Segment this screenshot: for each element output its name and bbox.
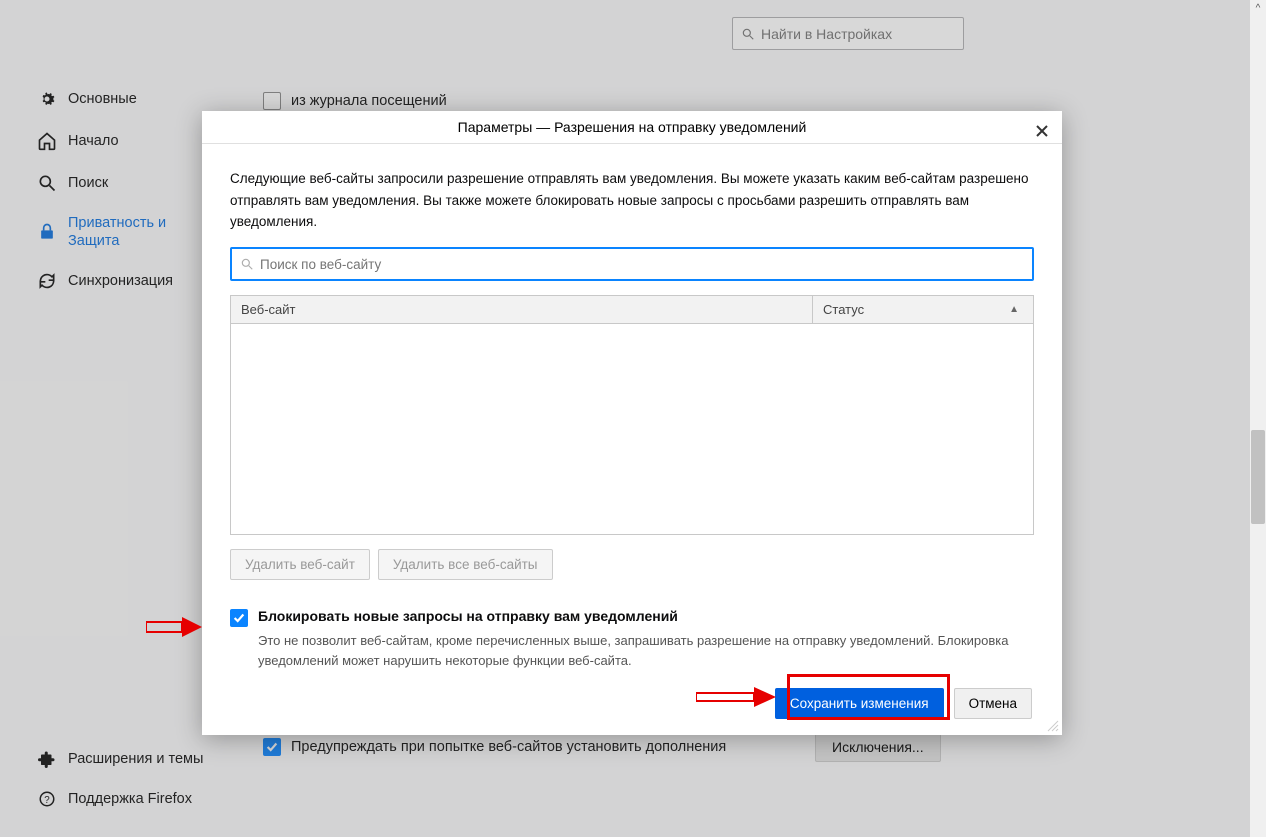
site-search[interactable] bbox=[230, 247, 1034, 281]
search-icon bbox=[240, 257, 254, 271]
block-new-hint: Это не позволит веб-сайтам, кроме перечи… bbox=[258, 631, 1034, 670]
dialog-close-button[interactable] bbox=[1026, 115, 1058, 147]
dialog-footer: Сохранить изменения Отмена bbox=[230, 688, 1034, 719]
cancel-button[interactable]: Отмена bbox=[954, 688, 1032, 719]
sort-indicator-icon: ▲ bbox=[1009, 304, 1023, 315]
page-scrollbar[interactable]: ^ bbox=[1250, 0, 1266, 837]
site-search-input[interactable] bbox=[260, 257, 1024, 272]
block-new-section: Блокировать новые запросы на отправку ва… bbox=[230, 608, 1034, 670]
col-status[interactable]: Статус ▲ bbox=[813, 296, 1033, 323]
block-new-checkbox[interactable] bbox=[230, 609, 248, 627]
col-website[interactable]: Веб-сайт bbox=[231, 296, 813, 323]
dialog-titlebar: Параметры — Разрешения на отправку уведо… bbox=[202, 111, 1062, 144]
remove-all-sites-button[interactable]: Удалить все веб-сайты bbox=[378, 549, 553, 580]
block-new-label: Блокировать новые запросы на отправку ва… bbox=[258, 608, 678, 624]
dialog-title: Параметры — Разрешения на отправку уведо… bbox=[458, 119, 807, 135]
table-header: Веб-сайт Статус ▲ bbox=[231, 296, 1033, 324]
save-button[interactable]: Сохранить изменения bbox=[775, 688, 944, 719]
resize-grip[interactable] bbox=[1045, 718, 1059, 732]
dialog-body: Следующие веб-сайты запросили разрешение… bbox=[202, 144, 1062, 735]
scroll-up-icon[interactable]: ^ bbox=[1250, 0, 1266, 16]
remove-site-button[interactable]: Удалить веб-сайт bbox=[230, 549, 370, 580]
notifications-permissions-dialog: Параметры — Разрешения на отправку уведо… bbox=[202, 111, 1062, 735]
table-actions: Удалить веб-сайт Удалить все веб-сайты bbox=[230, 549, 1034, 580]
dialog-description: Следующие веб-сайты запросили разрешение… bbox=[230, 168, 1034, 233]
sites-table: Веб-сайт Статус ▲ bbox=[230, 295, 1034, 535]
table-body bbox=[231, 324, 1033, 534]
scroll-thumb[interactable] bbox=[1251, 430, 1265, 524]
